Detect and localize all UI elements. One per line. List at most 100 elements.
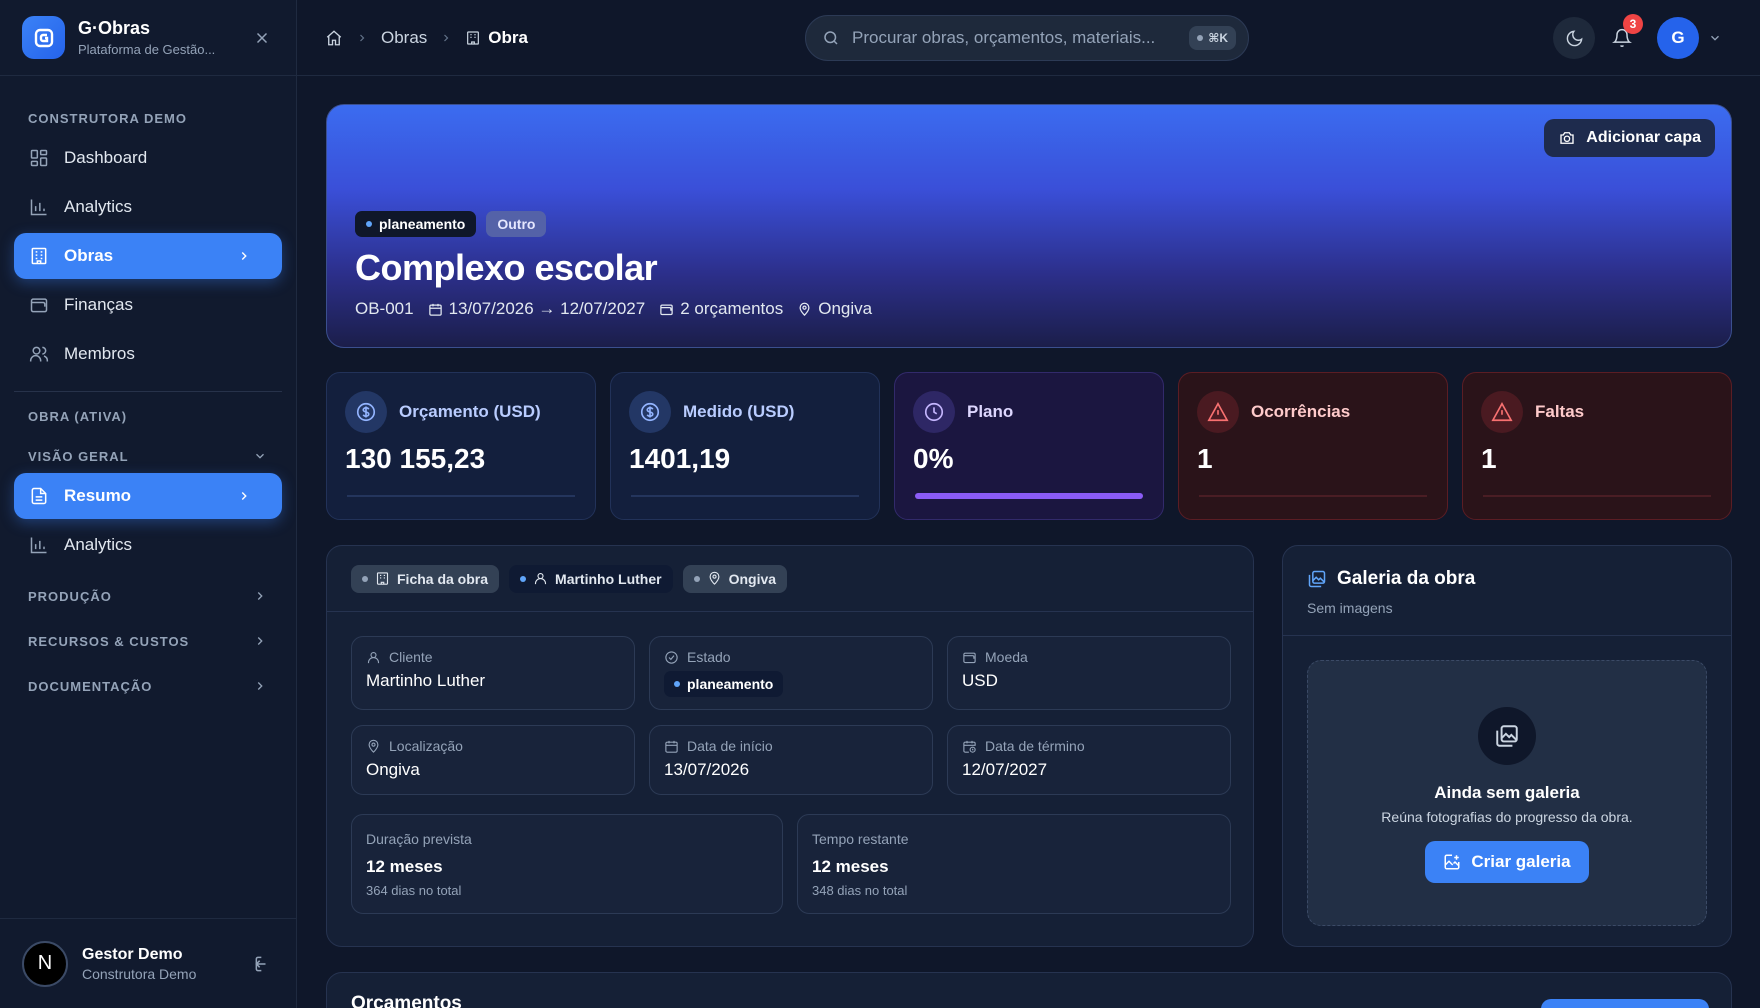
empty-subtitle: Reúna fotografias do progresso da obra. xyxy=(1381,809,1633,825)
chevron-right-icon xyxy=(355,31,369,45)
stat-divider xyxy=(631,495,859,497)
gallery-icon xyxy=(1307,569,1327,589)
shortcut-label: ⌘K xyxy=(1208,31,1228,45)
stat-divider xyxy=(1483,495,1711,497)
group-producao[interactable]: PRODUÇÃO xyxy=(28,588,268,604)
close-icon[interactable] xyxy=(250,26,274,50)
sidebar-item-analytics[interactable]: Analytics xyxy=(14,184,282,230)
user-name: Gestor Demo xyxy=(82,945,183,963)
field-value: Ongiva xyxy=(366,760,420,779)
stat-label: Ocorrências xyxy=(1251,402,1351,421)
map-pin-icon xyxy=(797,302,812,317)
field-value: Martinho Luther xyxy=(366,671,486,690)
sidebar-item-label: Obras xyxy=(64,246,114,265)
tab-ficha[interactable]: Ficha da obra xyxy=(351,564,500,593)
sidebar-item-label: Finanças xyxy=(64,295,133,314)
sidebar-divider xyxy=(14,391,282,392)
project-budgets: 2 orçamentos xyxy=(659,299,783,319)
topbar: Obras Obra Procurar obras, orçamentos, m… xyxy=(297,0,1760,76)
stat-divider xyxy=(347,495,575,497)
section-title: Orçamentos xyxy=(351,993,462,1008)
camera-icon xyxy=(1558,129,1576,147)
stat-divider xyxy=(1199,495,1427,497)
stat-measured: Medido (USD) 1401,19 xyxy=(610,372,880,520)
field-label: Cliente xyxy=(389,649,433,665)
logout-icon[interactable] xyxy=(251,952,275,976)
sidebar-item-work-analytics[interactable]: Analytics xyxy=(14,522,282,568)
field-value: 12 meses xyxy=(366,857,443,876)
search-input[interactable]: Procurar obras, orçamentos, materiais... xyxy=(852,28,1189,48)
project-dates: 13/07/2026 → 12/07/2027 xyxy=(428,299,646,319)
field-start-date: Data de início 13/07/2026 xyxy=(649,725,933,795)
sidebar-item-membros[interactable]: Membros xyxy=(14,331,282,377)
group-recursos-custos[interactable]: RECURSOS & CUSTOS xyxy=(28,633,268,649)
group-label: PRODUÇÃO xyxy=(28,588,112,604)
budgets-action-button[interactable] xyxy=(1541,999,1709,1008)
field-label: Data de término xyxy=(985,738,1085,754)
chevron-right-icon xyxy=(252,633,268,649)
avatar[interactable]: G xyxy=(1657,17,1699,59)
tab-label: Martinho Luther xyxy=(555,570,662,587)
chevron-right-icon xyxy=(252,588,268,604)
building-icon xyxy=(28,245,50,267)
search-icon xyxy=(822,29,840,47)
sidebar-item-obras[interactable]: Obras xyxy=(14,233,282,279)
user-icon xyxy=(533,571,548,586)
stat-occurrences: Ocorrências 1 xyxy=(1178,372,1448,520)
notifications-button[interactable]: 3 xyxy=(1601,14,1643,59)
sidebar-item-label: Dashboard xyxy=(64,148,148,167)
field-duration: Duração prevista 12 meses 364 dias no to… xyxy=(351,814,783,914)
field-value: 13/07/2026 xyxy=(664,760,750,779)
search-bar[interactable]: Procurar obras, orçamentos, materiais...… xyxy=(805,15,1249,61)
theme-toggle-button[interactable] xyxy=(1553,17,1595,59)
stat-value: 1 xyxy=(1197,443,1213,474)
user-org: Construtora Demo xyxy=(82,965,197,982)
brand-header: G·Obras Plataforma de Gestão... xyxy=(0,0,296,76)
add-cover-button[interactable]: Adicionar capa xyxy=(1544,119,1715,157)
budgets-section: Orçamentos xyxy=(326,972,1732,1008)
field-value: USD xyxy=(962,671,998,690)
tab-client[interactable]: Martinho Luther xyxy=(509,564,673,593)
sidebar-item-dashboard[interactable]: Dashboard xyxy=(14,135,282,181)
group-visao-geral[interactable]: VISÃO GERAL xyxy=(28,448,268,464)
field-end-date: Data de término 12/07/2027 xyxy=(947,725,1231,795)
warning-icon xyxy=(1197,391,1239,433)
bar-chart-icon xyxy=(28,196,50,218)
group-documentacao[interactable]: DOCUMENTAÇÃO xyxy=(28,678,268,694)
field-label: Localização xyxy=(389,738,463,754)
stat-absences: Faltas 1 xyxy=(1462,372,1732,520)
add-cover-label: Adicionar capa xyxy=(1586,129,1701,146)
create-gallery-button[interactable]: Criar galeria xyxy=(1425,841,1589,883)
field-state: Estado planeamento xyxy=(649,636,933,710)
sidebar-item-label: Membros xyxy=(64,344,135,363)
org-section-title: CONSTRUTORA DEMO xyxy=(28,111,187,126)
page-title: Complexo escolar xyxy=(355,247,658,288)
work-section-title: OBRA (ATIVA) xyxy=(28,409,128,424)
bar-chart-icon xyxy=(28,534,50,556)
warning-icon xyxy=(1481,391,1523,433)
users-icon xyxy=(28,343,50,365)
chevron-right-icon xyxy=(439,31,453,45)
location-label: Ongiva xyxy=(818,299,873,318)
sidebar-item-resumo[interactable]: Resumo xyxy=(14,473,282,519)
avatar[interactable]: N xyxy=(22,940,68,987)
tab-location[interactable]: Ongiva xyxy=(682,564,788,593)
dates-label: 13/07/2026 → 12/07/2027 xyxy=(448,299,646,318)
home-icon[interactable] xyxy=(325,29,343,47)
create-gallery-label: Criar galeria xyxy=(1471,852,1571,871)
status-badge: planeamento xyxy=(355,211,477,237)
project-hero: Adicionar capa planeamento Outro Complex… xyxy=(326,104,1732,348)
building-icon xyxy=(465,30,481,46)
chevron-down-icon[interactable] xyxy=(1707,30,1723,46)
breadcrumb-current: Obra xyxy=(465,28,528,48)
stat-label: Medido (USD) xyxy=(683,402,795,421)
plan-progress-fill xyxy=(915,493,1143,499)
gallery-subtitle: Sem imagens xyxy=(1307,600,1393,616)
notification-badge: 3 xyxy=(1623,14,1643,34)
sidebar-item-financas[interactable]: Finanças xyxy=(14,282,282,328)
group-label: RECURSOS & CUSTOS xyxy=(28,633,190,649)
stat-value: 0% xyxy=(913,443,954,474)
project-location: Ongiva xyxy=(797,299,872,319)
breadcrumb-obras[interactable]: Obras xyxy=(381,28,427,48)
field-value: 12 meses xyxy=(812,857,889,876)
